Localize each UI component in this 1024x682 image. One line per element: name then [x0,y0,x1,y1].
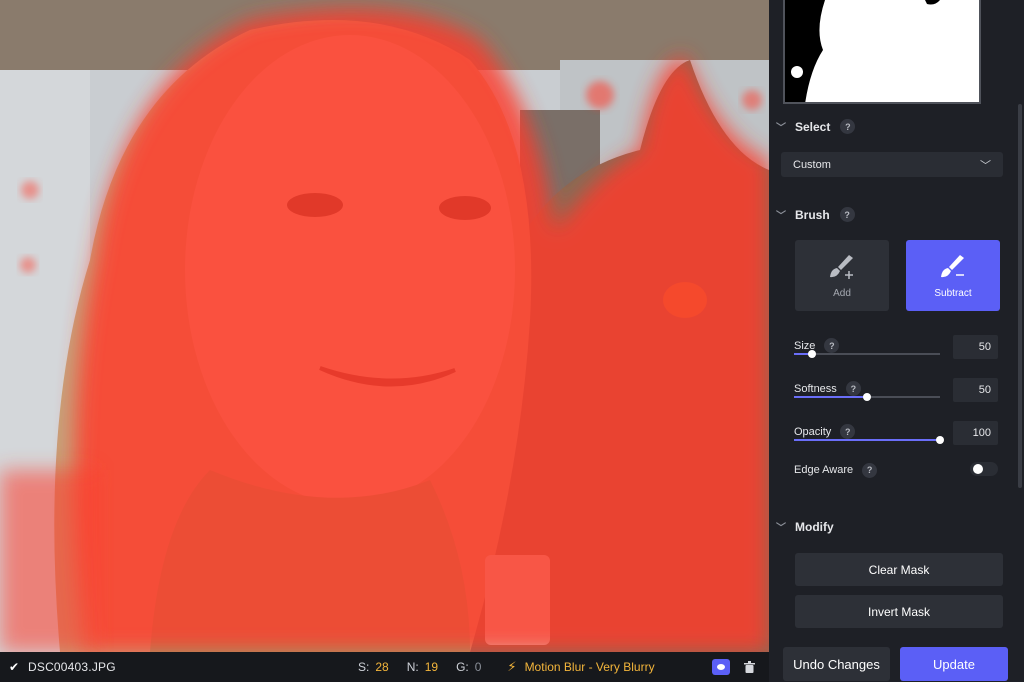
masked-photo [0,0,769,652]
invert-mask-button[interactable]: Invert Mask [795,595,1003,628]
clear-mask-button[interactable]: Clear Mask [795,553,1003,586]
softness-slider-knob[interactable] [863,393,871,401]
stat-n: N: 19 [407,660,438,674]
softness-input[interactable]: 50 [953,378,998,402]
stat-n-key: N: [406,660,419,674]
opacity-label-text: Opacity [794,425,832,438]
photo-canvas[interactable] [0,0,769,652]
opacity-input[interactable]: 100 [953,421,998,445]
mask-panel: ﹀ Select ? Custom ﹀ ﹀ Brush ? Add Subtra… [769,0,1024,682]
edge-aware-toggle[interactable] [970,462,998,476]
undo-changes-button[interactable]: Undo Changes [783,647,890,681]
add-brush-label: Add [833,287,851,299]
select-dropdown[interactable]: Custom ﹀ [781,152,1003,177]
stat-g: G: 0 [456,660,481,674]
edge-aware-label: Edge Aware [794,464,854,476]
trash-icon [743,661,755,673]
softness-slider[interactable] [794,393,940,401]
modify-section-label: Modify [795,519,834,534]
blur-warning: ⚡ Motion Blur - Very Blurry [507,659,654,675]
select-section-header[interactable]: ﹀ Select ? [769,119,856,134]
brush-subtract-icon [941,254,964,277]
add-brush-button[interactable]: Add [795,240,889,311]
opacity-label: Opacity? [794,424,856,439]
panel-scrollbar[interactable] [1018,104,1022,488]
chevron-down-icon: ﹀ [980,159,991,172]
check-icon[interactable]: ✔ [0,660,28,674]
chevron-down-icon: ﹀ [776,211,786,222]
stat-s-value: 28 [375,660,389,674]
help-icon[interactable]: ? [845,381,861,396]
stat-s-key: S: [358,660,370,674]
opacity-slider[interactable] [794,436,944,444]
stat-g-key: G: [456,660,469,674]
opacity-slider-row: Opacity? 100 [794,421,1012,450]
chevron-down-icon: ﹀ [776,523,786,534]
delete-button[interactable] [740,659,758,675]
stat-s: S: 28 [358,660,389,674]
opacity-slider-knob[interactable] [936,436,944,444]
select-section-label: Select [795,119,831,134]
blur-label: Motion Blur - Very Blurry [524,660,655,674]
mask-preview-image [785,0,940,102]
file-name: DSC00403.JPG [28,660,116,674]
softness-slider-row: Softness? 50 [794,378,1012,407]
mask-editor: ✔ DSC00403.JPG S: 28 N: 19 G: 0 ⚡ Motion Blu… [0,0,1024,682]
modify-section-header[interactable]: ﹀ Modify [769,519,834,535]
toggle-knob [973,464,983,474]
brush-section-label: Brush [795,207,830,222]
stat-g-value: 0 [474,660,482,674]
subtract-brush-label: Subtract [934,287,972,299]
size-slider-row: Size? 50 [794,335,1012,364]
help-icon[interactable]: ? [840,424,856,439]
size-slider-knob[interactable] [807,350,816,358]
size-label: Size? [794,338,840,353]
edge-aware-row: Edge Aware ? [794,462,1004,478]
help-icon[interactable]: ? [862,462,878,478]
chevron-down-icon: ﹀ [776,123,786,134]
softness-label: Softness? [794,381,861,396]
brush-section-header[interactable]: ﹀ Brush ? [769,207,855,222]
panel-scroll-area[interactable]: ﹀ Select ? Custom ﹀ ﹀ Brush ? Add Subtra… [769,0,1015,636]
help-icon[interactable]: ? [824,338,840,353]
select-value: Custom [793,158,831,171]
status-bar: ✔ DSC00403.JPG S: 28 N: 19 G: 0 ⚡ Motion Blu… [0,652,769,682]
softness-label-text: Softness [794,382,837,395]
stat-n-value: 19 [424,660,439,674]
size-slider[interactable] [794,350,940,358]
lightning-icon: ⚡ [507,659,517,674]
help-icon[interactable]: ? [839,207,855,222]
size-input[interactable]: 50 [953,335,998,359]
subtract-brush-button[interactable]: Subtract [906,240,1000,311]
eye-icon [717,664,725,670]
opacity-slider-fill [794,439,940,441]
softness-slider-fill [794,396,867,398]
update-button[interactable]: Update [900,647,1008,681]
brush-add-icon [830,254,853,279]
help-icon[interactable]: ? [840,119,856,134]
mask-preview [783,0,981,104]
view-toggle-button[interactable] [712,659,730,675]
